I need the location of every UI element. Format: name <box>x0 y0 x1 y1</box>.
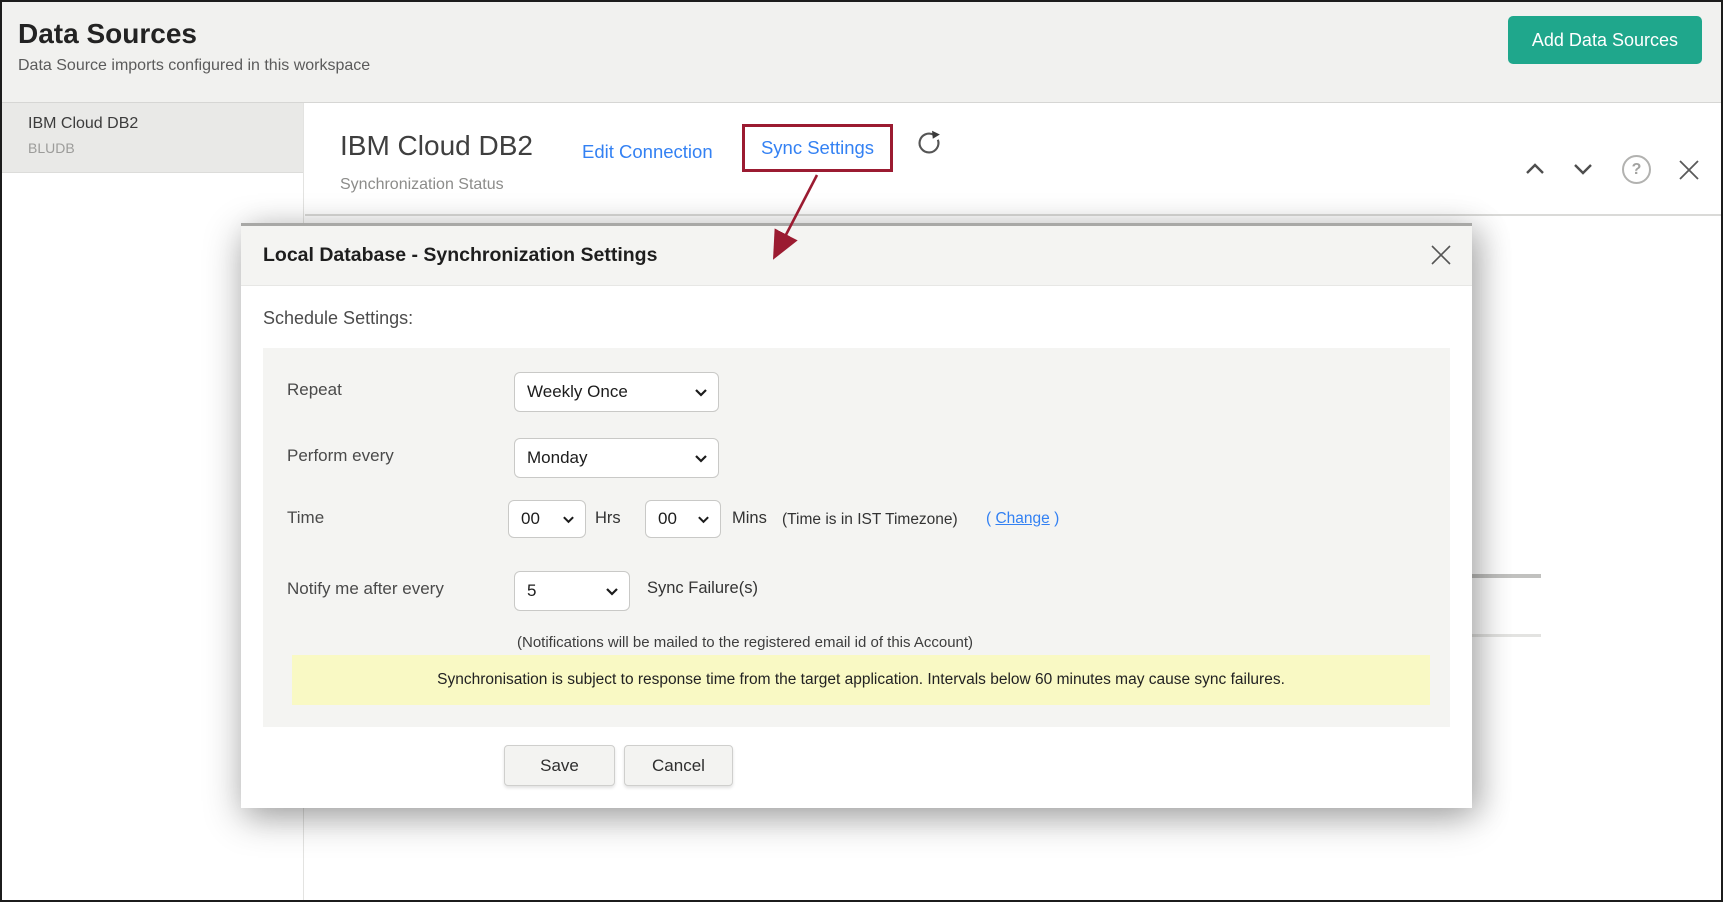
sidebar-item-ibm-cloud-db2[interactable]: IBM Cloud DB2 BLUDB <box>2 103 303 173</box>
content-divider <box>305 214 1721 216</box>
notify-count-select-value: 5 <box>527 581 536 601</box>
close-panel-icon[interactable] <box>1676 157 1702 188</box>
change-timezone-link[interactable]: ( Change ) <box>986 510 1059 528</box>
dialog-close-icon[interactable] <box>1428 242 1454 268</box>
sync-settings-link[interactable]: Sync Settings <box>761 137 874 159</box>
edit-connection-link[interactable]: Edit Connection <box>582 141 713 163</box>
chevron-down-icon <box>694 454 708 463</box>
schedule-settings-heading: Schedule Settings: <box>263 308 413 329</box>
chevron-down-icon <box>697 515 710 524</box>
chevron-down-icon <box>605 587 619 596</box>
save-button[interactable]: Save <box>504 745 615 786</box>
synchronization-status-tab[interactable]: Synchronization Status <box>340 176 504 194</box>
refresh-icon[interactable] <box>916 130 942 156</box>
hours-select[interactable]: 00 <box>508 500 586 538</box>
perform-every-label: Perform every <box>287 446 394 466</box>
warning-text: Synchronisation is subject to response t… <box>437 671 1285 689</box>
hours-select-value: 00 <box>521 509 540 529</box>
dialog-title: Local Database - Synchronization Setting… <box>263 226 657 284</box>
notify-count-select[interactable]: 5 <box>514 571 630 611</box>
sync-failures-label: Sync Failure(s) <box>647 579 758 598</box>
repeat-label: Repeat <box>287 380 342 400</box>
time-label: Time <box>287 508 324 528</box>
change-link-suffix: ) <box>1050 510 1059 527</box>
perform-every-select-value: Monday <box>527 448 587 468</box>
cancel-button[interactable]: Cancel <box>624 745 733 786</box>
notify-note: (Notifications will be mailed to the reg… <box>517 634 973 651</box>
warning-banner: Synchronisation is subject to response t… <box>292 655 1430 705</box>
minutes-select-value: 00 <box>658 509 677 529</box>
sync-settings-dialog: Local Database - Synchronization Setting… <box>241 223 1472 808</box>
chevron-down-icon[interactable] <box>1572 162 1594 181</box>
schedule-settings-panel: Repeat Weekly Once Perform every Monday … <box>263 348 1450 727</box>
perform-every-select[interactable]: Monday <box>514 438 719 478</box>
datasource-title: IBM Cloud DB2 <box>340 130 533 162</box>
notify-label: Notify me after every <box>287 579 444 599</box>
dialog-header: Local Database - Synchronization Setting… <box>241 226 1472 286</box>
repeat-select[interactable]: Weekly Once <box>514 372 719 412</box>
minutes-unit-label: Mins <box>732 509 767 528</box>
chevron-up-icon[interactable] <box>1524 162 1546 181</box>
chevron-down-icon <box>562 515 575 524</box>
sidebar-item-name: IBM Cloud DB2 <box>28 115 303 133</box>
help-icon[interactable]: ? <box>1622 155 1651 184</box>
add-data-sources-button[interactable]: Add Data Sources <box>1508 16 1702 64</box>
repeat-select-value: Weekly Once <box>527 382 628 402</box>
hours-unit-label: Hrs <box>595 509 621 528</box>
app-window: Data Sources Data Source imports configu… <box>0 0 1723 902</box>
change-link-text: Change <box>995 510 1049 527</box>
timezone-note: (Time is in IST Timezone) <box>782 511 958 529</box>
page-header: Data Sources Data Source imports configu… <box>2 2 1721 103</box>
minutes-select[interactable]: 00 <box>645 500 721 538</box>
sidebar-item-detail: BLUDB <box>28 140 303 156</box>
sync-settings-highlight-box: Sync Settings <box>742 124 893 172</box>
page-title: Data Sources <box>18 18 197 50</box>
page-subtitle: Data Source imports configured in this w… <box>18 57 370 75</box>
chevron-down-icon <box>694 388 708 397</box>
